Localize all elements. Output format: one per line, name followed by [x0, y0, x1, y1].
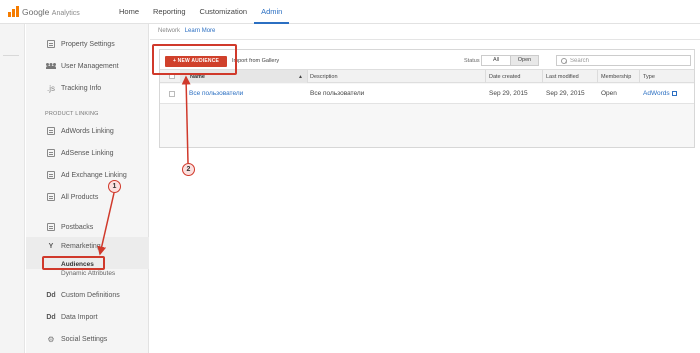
annotation-arrows [97, 75, 191, 256]
arrow-to-audiences [97, 192, 115, 256]
arrow-to-new-audience [181, 75, 191, 164]
